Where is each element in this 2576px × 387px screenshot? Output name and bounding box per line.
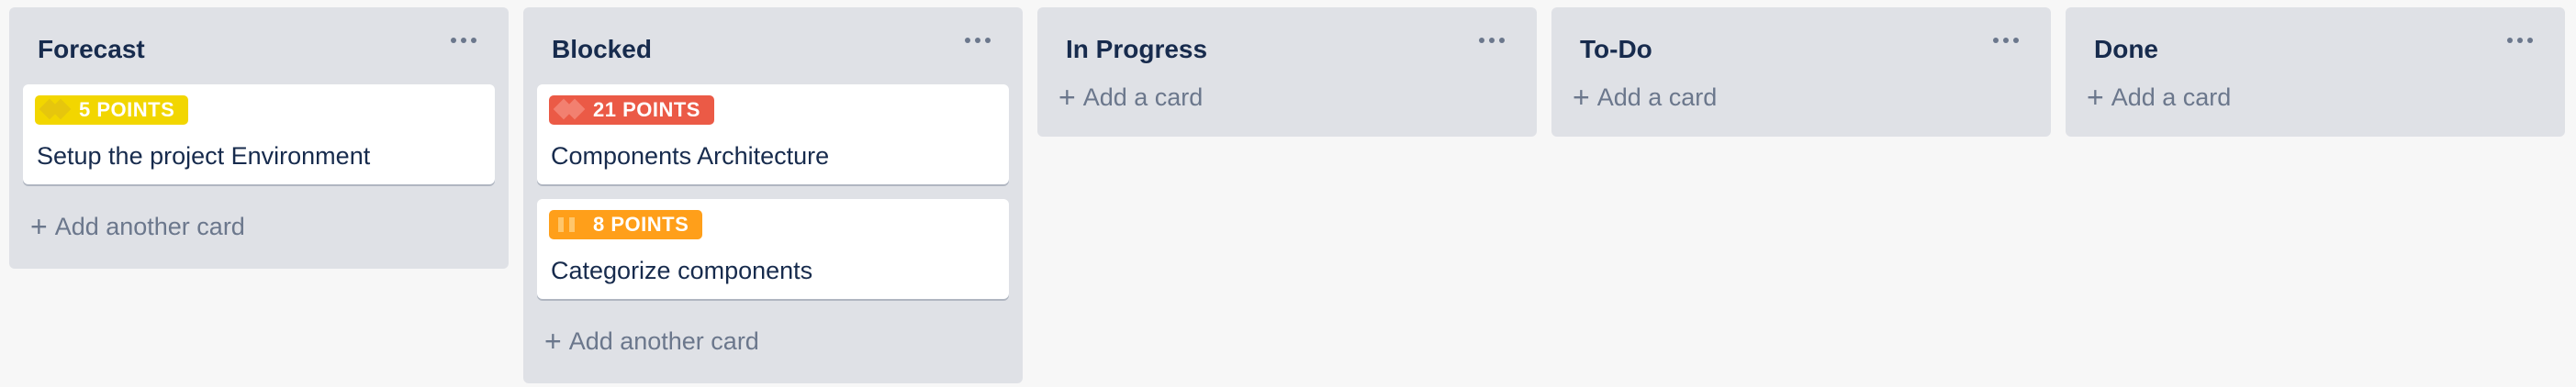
list-forecast: Forecast 5 POINTS Setup the project Envi…	[9, 7, 509, 269]
add-a-card-button[interactable]: + Add a card	[1051, 79, 1523, 137]
add-a-card-button[interactable]: + Add a card	[2079, 79, 2551, 137]
add-card-label: Add another card	[568, 326, 759, 355]
list-in-progress: In Progress + Add a card	[1037, 7, 1537, 137]
points-label: 21 POINTS	[593, 98, 700, 121]
more-horizontal-icon[interactable]	[2500, 30, 2540, 50]
points-badge: 5 POINTS	[35, 95, 189, 125]
add-card-label: Add a card	[1082, 83, 1204, 111]
points-label: 5 POINTS	[79, 98, 175, 121]
more-horizontal-icon[interactable]	[1472, 30, 1512, 50]
list-header: To-Do	[1565, 7, 2037, 84]
plus-icon: +	[30, 210, 48, 243]
stripes-icon	[556, 210, 584, 239]
list-title[interactable]: To-Do	[1580, 35, 1652, 64]
list-header: Done	[2079, 7, 2551, 84]
plus-icon: +	[1573, 81, 1590, 114]
more-horizontal-icon[interactable]	[1986, 30, 2026, 50]
list-title[interactable]: In Progress	[1066, 35, 1207, 64]
plus-icon: +	[1058, 81, 1076, 114]
add-a-card-button[interactable]: + Add a card	[1565, 79, 2037, 137]
card-title: Setup the project Environment	[37, 142, 371, 170]
list-done: Done + Add a card	[2066, 7, 2565, 137]
add-card-label: Add a card	[2111, 83, 2232, 111]
list-header: Blocked	[537, 7, 1009, 84]
list-header: Forecast	[23, 7, 495, 84]
points-label: 8 POINTS	[593, 213, 689, 236]
points-badge: 8 POINTS	[549, 210, 703, 239]
list-blocked: Blocked 21 POINTS Components Architectur…	[523, 7, 1023, 383]
card[interactable]: 8 POINTS Categorize components	[537, 199, 1009, 299]
list-to-do: To-Do + Add a card	[1551, 7, 2051, 137]
list-title[interactable]: Forecast	[38, 35, 145, 64]
card-title: Components Architecture	[551, 142, 830, 170]
add-another-card-button[interactable]: + Add another card	[23, 199, 495, 269]
list-header: In Progress	[1051, 7, 1523, 84]
more-horizontal-icon[interactable]	[958, 30, 998, 50]
card[interactable]: 5 POINTS Setup the project Environment	[23, 84, 495, 184]
board: Forecast 5 POINTS Setup the project Envi…	[9, 7, 2565, 383]
diamond-icon	[553, 95, 586, 125]
list-title[interactable]: Blocked	[552, 35, 652, 64]
list-title[interactable]: Done	[2094, 35, 2158, 64]
add-another-card-button[interactable]: + Add another card	[537, 314, 1009, 383]
card[interactable]: 21 POINTS Components Architecture	[537, 84, 1009, 184]
card-title: Categorize components	[551, 257, 813, 284]
diamond-icon	[39, 95, 72, 125]
plus-icon: +	[2087, 81, 2104, 114]
plus-icon: +	[544, 325, 562, 358]
more-horizontal-icon[interactable]	[443, 30, 484, 50]
add-card-label: Add another card	[54, 212, 245, 240]
points-badge: 21 POINTS	[549, 95, 714, 125]
add-card-label: Add a card	[1596, 83, 1718, 111]
